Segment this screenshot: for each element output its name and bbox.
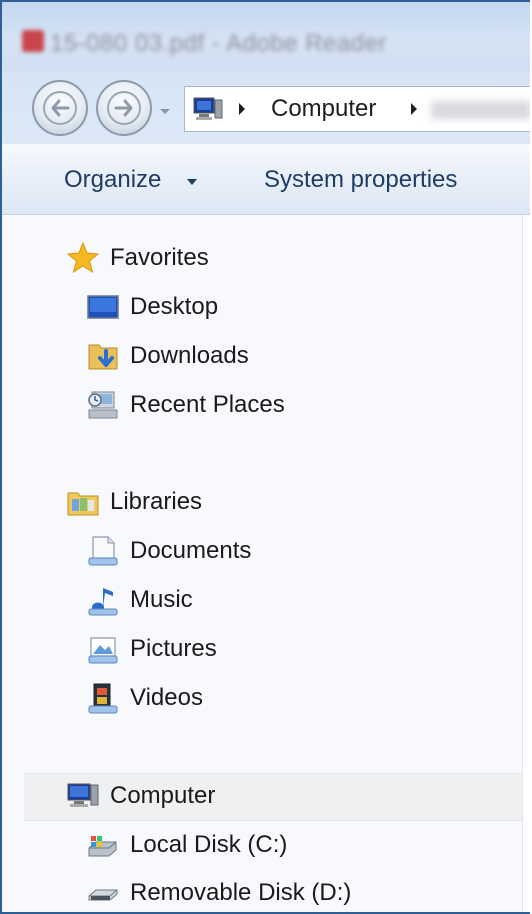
tree-item-libraries[interactable]: Libraries xyxy=(66,480,202,524)
tree-item-label: Recent Places xyxy=(130,391,285,418)
local-disk-icon xyxy=(88,836,117,857)
content-pane-edge xyxy=(522,215,530,912)
star-icon xyxy=(66,241,100,274)
system-properties-button[interactable]: System properties xyxy=(264,166,457,194)
tree-item-music[interactable]: Music xyxy=(86,578,193,622)
tree-item-label: Libraries xyxy=(110,488,203,515)
tree-item-local-disk[interactable]: Local Disk (C:) xyxy=(86,823,287,867)
tree-item-label: Computer xyxy=(110,782,216,809)
tree-item-label: Videos xyxy=(130,684,203,711)
tree-item-label: Desktop xyxy=(130,293,219,320)
videos-icon xyxy=(88,683,118,714)
music-icon xyxy=(88,588,118,616)
back-button[interactable] xyxy=(32,80,88,136)
explorer-window: 15-080 03.pdf - Adobe Reader Computer Or… xyxy=(0,0,530,914)
computer-icon xyxy=(67,783,99,807)
app-icon xyxy=(22,30,44,52)
documents-icon xyxy=(88,536,118,566)
breadcrumb-arrow-icon[interactable] xyxy=(237,101,247,117)
forward-arrow-icon xyxy=(114,99,133,117)
blurred-address-content xyxy=(431,101,530,119)
organize-button[interactable]: Organize xyxy=(64,166,161,194)
tree-item-label: Removable Disk (D:) xyxy=(130,879,352,906)
navigation-bar: Computer xyxy=(2,72,530,144)
computer-icon xyxy=(193,97,223,120)
libraries-icon xyxy=(67,492,99,516)
tree-item-desktop[interactable]: Desktop xyxy=(86,285,218,329)
address-bar[interactable]: Computer xyxy=(184,86,530,132)
tree-item-favorites[interactable]: Favorites xyxy=(66,236,209,280)
desktop-icon xyxy=(87,295,119,319)
tree-item-label: Favorites xyxy=(110,244,209,271)
window-title: 15-080 03.pdf - Adobe Reader xyxy=(50,30,387,57)
tree-item-removable-disk[interactable]: Removable Disk (D:) xyxy=(86,871,352,912)
command-bar: Organize System properties xyxy=(2,148,530,215)
title-bar[interactable]: 15-080 03.pdf - Adobe Reader xyxy=(2,2,530,74)
removable-disk-icon xyxy=(88,889,118,901)
tree-item-videos[interactable]: Videos xyxy=(86,676,203,720)
tree-item-label: Documents xyxy=(130,537,252,564)
recent-places-icon xyxy=(88,391,118,419)
tree-item-label: Pictures xyxy=(130,635,217,662)
tree-item-documents[interactable]: Documents xyxy=(86,529,251,573)
pictures-icon xyxy=(88,637,118,664)
tree-item-label: Local Disk (C:) xyxy=(130,831,288,858)
breadcrumb-arrow-icon[interactable] xyxy=(409,101,419,117)
back-arrow-icon xyxy=(51,99,70,117)
tree-item-label: Downloads xyxy=(130,342,249,369)
tree-item-recent-places[interactable]: Recent Places xyxy=(86,383,285,427)
tree-item-computer[interactable]: Computer xyxy=(66,774,215,818)
tree-item-pictures[interactable]: Pictures xyxy=(86,627,217,671)
forward-button[interactable] xyxy=(96,80,152,136)
organize-dropdown-icon[interactable] xyxy=(186,178,198,186)
recent-pages-dropdown-icon[interactable] xyxy=(158,104,172,118)
tree-item-label: Music xyxy=(130,586,193,613)
tree-item-downloads[interactable]: Downloads xyxy=(86,334,249,378)
breadcrumb-computer[interactable]: Computer xyxy=(271,95,376,123)
downloads-icon xyxy=(88,344,118,370)
